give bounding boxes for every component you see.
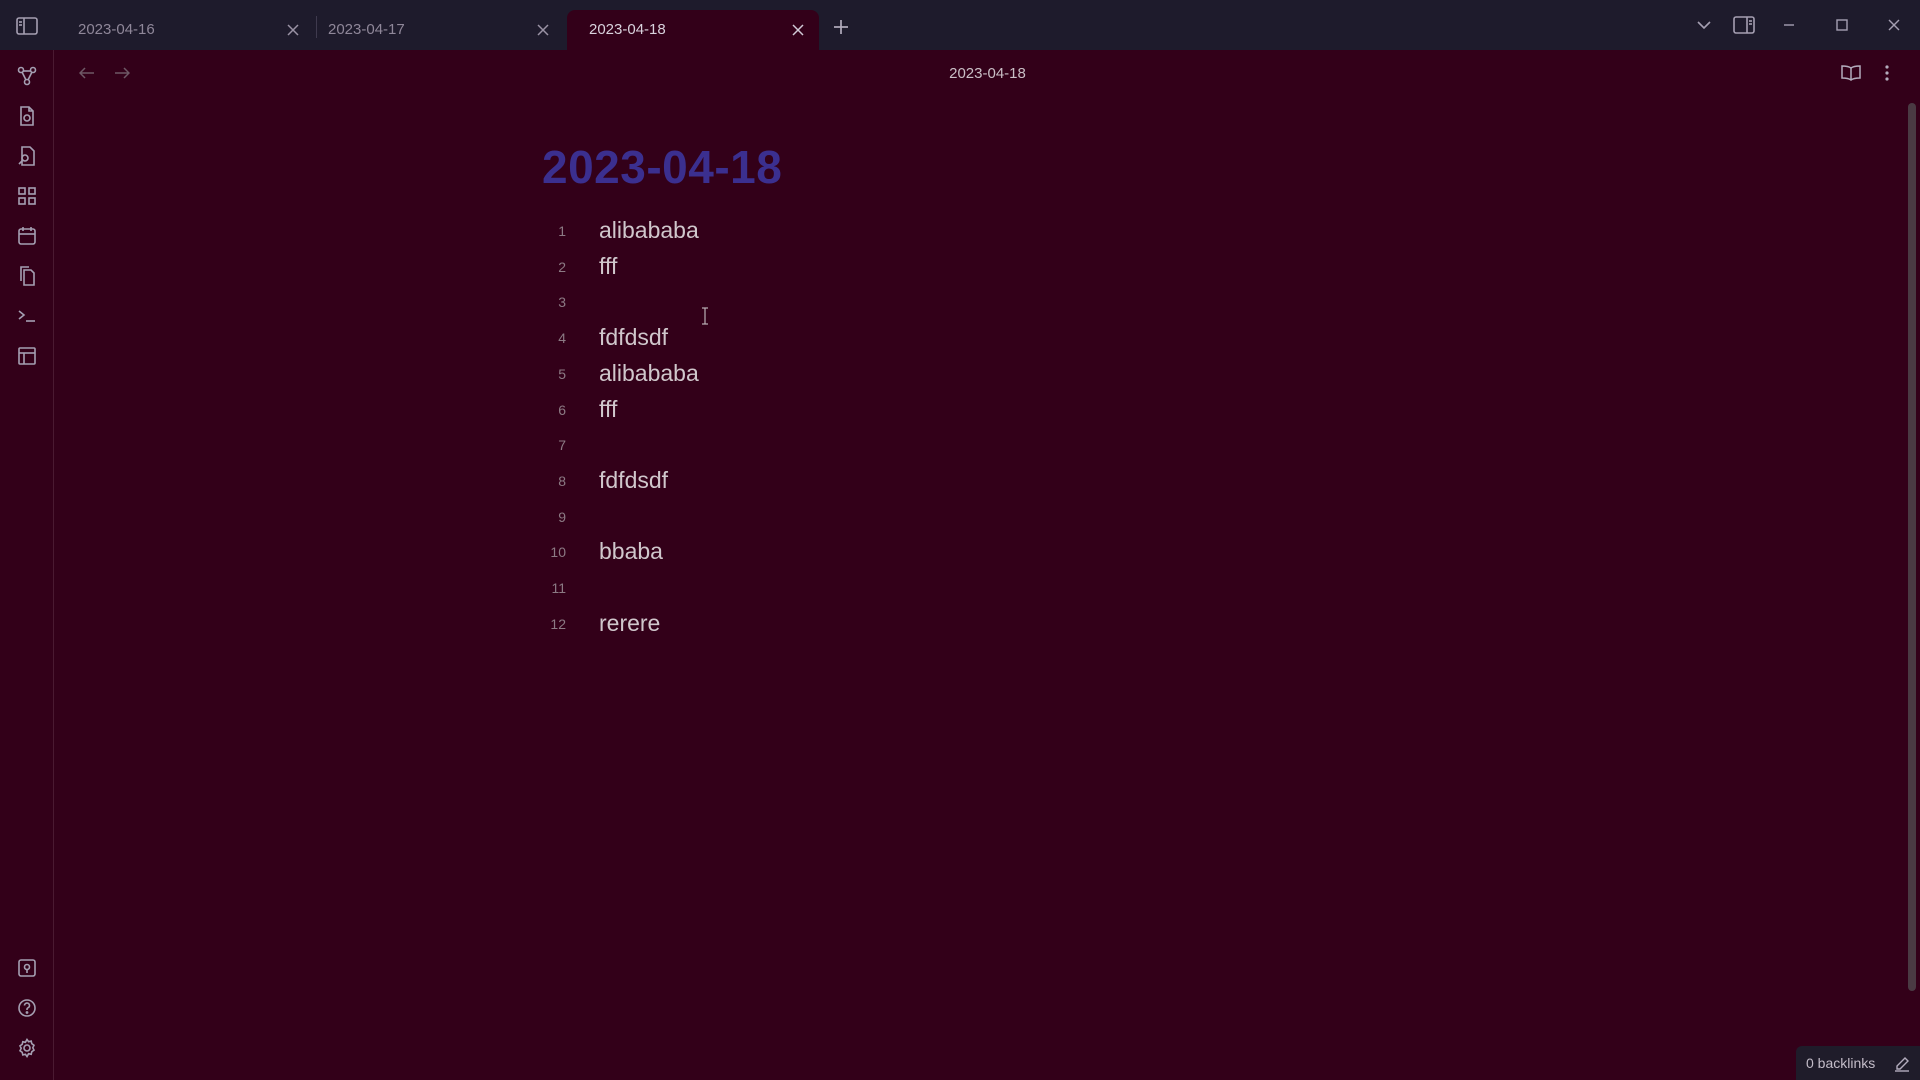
minimize-icon[interactable] — [1775, 12, 1803, 38]
title-bar: 2023-04-16 2023-04-17 2023-04-18 — [0, 0, 1920, 50]
line-number: 10 — [550, 544, 566, 560]
canvas-icon[interactable] — [13, 182, 41, 210]
editor-line[interactable]: 8 fdfdsdf — [540, 464, 1240, 500]
command-palette-icon[interactable] — [13, 302, 41, 330]
tab-2023-04-16[interactable]: 2023-04-16 — [56, 10, 314, 50]
more-options-icon[interactable] — [1874, 60, 1900, 86]
reading-view-book-icon[interactable] — [1838, 60, 1864, 86]
view-title[interactable]: 2023-04-18 — [55, 65, 1920, 82]
tab-list-chevron-down-icon[interactable] — [1690, 12, 1718, 38]
maximize-icon[interactable] — [1828, 12, 1856, 38]
daily-note-icon[interactable] — [13, 102, 41, 130]
vault-icon[interactable] — [13, 954, 41, 982]
calendar-icon[interactable] — [13, 222, 41, 250]
text-cursor-icon — [701, 307, 709, 325]
line-text[interactable]: fff — [599, 396, 617, 423]
tab-label: 2023-04-17 — [328, 21, 405, 38]
line-number: 8 — [558, 473, 566, 489]
editor-line[interactable]: 4 fdfdsdf — [540, 321, 1240, 357]
scrollbar[interactable] — [1908, 103, 1916, 991]
editor-line[interactable]: 10 bbaba — [540, 535, 1240, 571]
line-number: 2 — [558, 259, 566, 275]
window-close-icon[interactable] — [1880, 12, 1908, 38]
editor-line[interactable]: 1 alibababa — [540, 214, 1240, 250]
editor-line[interactable]: 9 — [540, 500, 1240, 536]
graph-view-icon[interactable] — [13, 62, 41, 90]
line-text[interactable]: fff — [599, 253, 617, 280]
editor-line[interactable]: 7 — [540, 428, 1240, 464]
line-number: 3 — [558, 294, 566, 310]
line-number: 6 — [558, 402, 566, 418]
editor-line[interactable]: 5 alibababa — [540, 357, 1240, 393]
new-tab-plus-icon[interactable] — [828, 14, 854, 40]
line-text[interactable]: bbaba — [599, 538, 663, 565]
tab-2023-04-17[interactable]: 2023-04-17 — [306, 10, 564, 50]
line-number: 11 — [551, 580, 566, 596]
line-text[interactable]: alibababa — [599, 217, 699, 244]
close-icon[interactable] — [284, 21, 302, 39]
edit-pencil-icon[interactable] — [1892, 1054, 1912, 1074]
tab-label: 2023-04-18 — [589, 21, 666, 38]
line-text[interactable]: alibababa — [599, 360, 699, 387]
line-text[interactable]: rerere — [599, 610, 660, 637]
line-text[interactable]: fdfdsdf — [599, 324, 668, 351]
sidebar-toggle-icon[interactable] — [12, 14, 42, 38]
tab-2023-04-18[interactable]: 2023-04-18 — [567, 10, 819, 50]
help-icon[interactable] — [13, 994, 41, 1022]
note-title[interactable]: 2023-04-18 — [542, 140, 782, 194]
layout-icon[interactable] — [13, 342, 41, 370]
editor-line[interactable]: 11 — [540, 571, 1240, 607]
line-number: 5 — [558, 366, 566, 382]
line-text[interactable]: fdfdsdf — [599, 467, 668, 494]
editor-line[interactable]: 3 — [540, 285, 1240, 321]
line-number: 7 — [558, 437, 566, 453]
tab-label: 2023-04-16 — [78, 21, 155, 38]
view-header: 2023-04-18 — [55, 50, 1920, 96]
templates-icon[interactable] — [13, 262, 41, 290]
right-sidebar-toggle-icon[interactable] — [1730, 12, 1758, 38]
line-number: 12 — [550, 616, 566, 632]
close-icon[interactable] — [534, 21, 552, 39]
line-number: 1 — [558, 223, 566, 239]
close-icon[interactable] — [789, 21, 807, 39]
line-number: 4 — [558, 330, 566, 346]
status-bar: 0 backlinks — [1796, 1046, 1920, 1080]
settings-icon[interactable] — [13, 1034, 41, 1062]
left-ribbon — [0, 50, 54, 1080]
editor-line[interactable]: 2 fff — [540, 250, 1240, 286]
editor-line[interactable]: 6 fff — [540, 393, 1240, 429]
search-note-icon[interactable] — [13, 142, 41, 170]
backlinks-count[interactable]: 0 backlinks — [1806, 1055, 1875, 1071]
editor-line[interactable]: 12 rerere — [540, 607, 1240, 643]
line-number: 9 — [558, 509, 566, 525]
